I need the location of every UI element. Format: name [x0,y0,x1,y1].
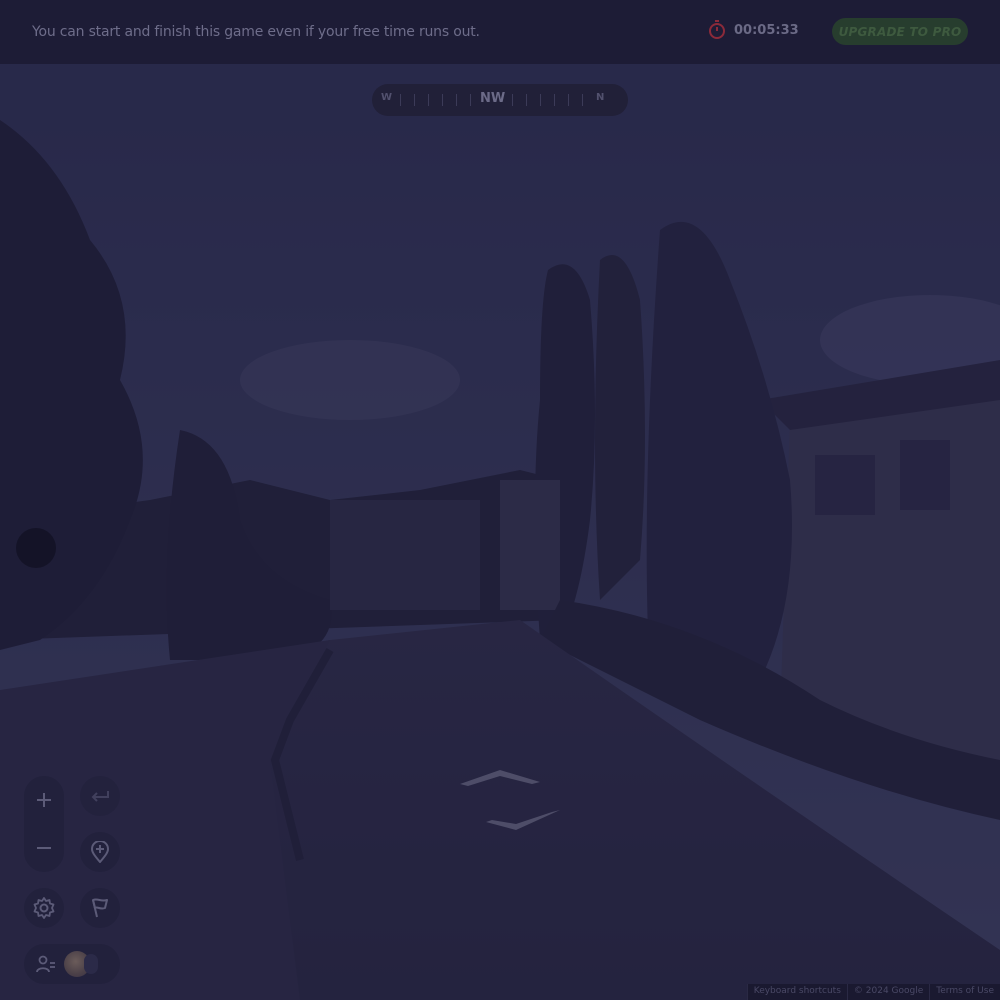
compass-tick [512,94,513,106]
map-attribution: Keyboard shortcuts © 2024 Google Terms o… [746,984,1000,1000]
plus-icon [37,793,51,807]
street-view-image [0,0,1000,1000]
timer-value: 00:05:33 [734,22,799,38]
stopwatch-icon [709,20,725,39]
minus-icon [37,847,51,849]
compass-tick [456,94,457,106]
copyright-text: © 2024 Google [846,984,929,1000]
zoom-controls [24,776,64,872]
game-screen: You can start and finish this game even … [0,0,1000,1000]
avatar-badge [84,954,98,974]
compass-tick [554,94,555,106]
compass-heading: NW [480,91,506,106]
free-time-message: You can start and finish this game even … [32,24,480,40]
settings-button[interactable] [24,888,64,928]
street-view-panorama[interactable] [0,0,1000,1000]
compass-tick [582,94,583,106]
move-forward-arrow[interactable] [460,770,540,786]
checkpoint-button[interactable] [80,832,120,872]
undo-move-button[interactable] [80,776,120,816]
zoom-out-button[interactable] [24,826,64,870]
compass-tick [400,94,401,106]
move-backward-arrow[interactable] [486,810,560,830]
avatar [64,951,98,977]
compass-tick [540,94,541,106]
players-panel[interactable] [24,944,120,984]
players-icon [36,955,55,973]
keyboard-shortcuts-link[interactable]: Keyboard shortcuts [746,984,847,1000]
compass-tick [414,94,415,106]
zoom-in-button[interactable] [24,778,64,822]
undo-icon [91,791,109,802]
compass-tick [442,94,443,106]
move-arrows[interactable] [456,760,566,840]
upgrade-to-pro-button[interactable]: UPGRADE TO PRO [832,18,968,45]
pin-icon [90,841,110,863]
compass: W NW N [372,84,628,116]
compass-tick [568,94,569,106]
side-panel-toggle[interactable] [16,528,56,568]
terms-link[interactable]: Terms of Use [929,984,1000,1000]
compass-tick [526,94,527,106]
settings-icon [33,897,55,919]
flag-icon [92,898,108,918]
compass-tick [428,94,429,106]
game-timer: 00:05:33 [708,20,799,40]
compass-label-w: W [381,92,393,103]
compass-label-n: N [596,92,605,103]
return-to-start-button[interactable] [80,888,120,928]
compass-tick [470,94,471,106]
